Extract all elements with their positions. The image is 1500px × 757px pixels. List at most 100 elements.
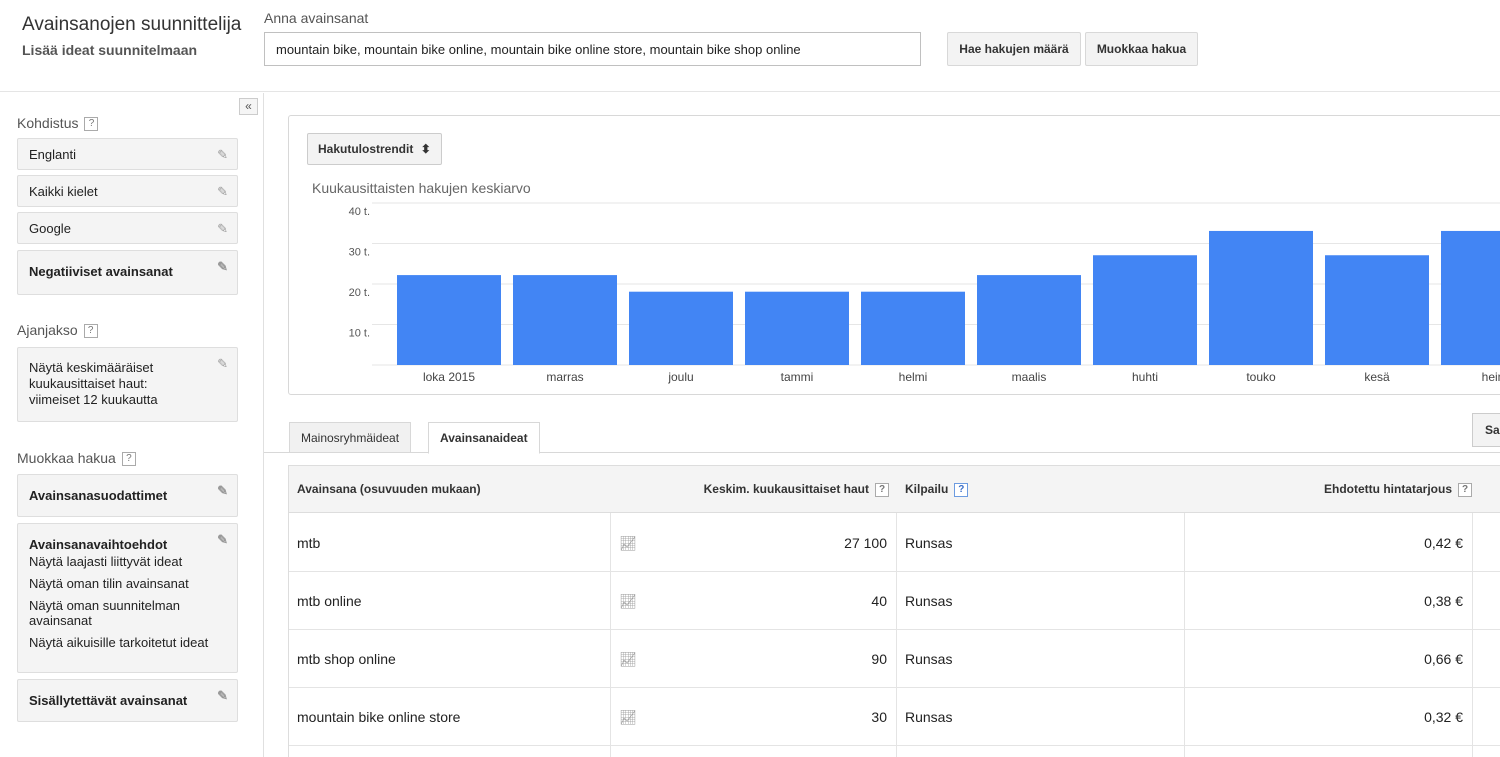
targeting-language[interactable]: Englanti ✎ bbox=[17, 138, 238, 170]
bar bbox=[861, 291, 965, 365]
help-icon[interactable]: ? bbox=[1458, 482, 1472, 497]
tab-ad-group-ideas[interactable]: Mainosryhmäideat bbox=[289, 422, 412, 453]
targeting-title: Kohdistus? bbox=[17, 115, 99, 132]
include-keywords[interactable]: Sisällytettävät avainsanat ✎ bbox=[17, 679, 238, 722]
keyword-options-title: Avainsanavaihtoehdot bbox=[29, 537, 168, 552]
save-button[interactable]: Sa bbox=[1472, 413, 1500, 447]
table-header: Avainsana (osuvuuden mukaan) Keskim. kuu… bbox=[289, 466, 1500, 513]
x-tick-label: maalis bbox=[1012, 370, 1047, 384]
header-keyword[interactable]: Avainsana (osuvuuden mukaan) bbox=[297, 482, 481, 496]
targeting-all-languages[interactable]: Kaikki kielet ✎ bbox=[17, 175, 238, 207]
keywords-label: Anna avainsanat bbox=[264, 10, 369, 26]
targeting-network[interactable]: Google ✎ bbox=[17, 212, 238, 244]
get-search-volume-button[interactable]: Hae hakujen määrä bbox=[947, 32, 1081, 66]
keyword-option: Näytä oman tilin avainsanat bbox=[29, 576, 189, 591]
header-competition-text: Kilpailu bbox=[905, 482, 949, 496]
table-row[interactable]: mtb online 📈︎ 40 Runsas 0,38 € bbox=[289, 572, 1500, 630]
header-competition[interactable]: Kilpailu? bbox=[905, 482, 969, 497]
pencil-icon[interactable]: ✎ bbox=[217, 259, 228, 275]
chart-title: Kuukausittaisten hakujen keskiarvo bbox=[312, 180, 531, 196]
pencil-icon[interactable]: ✎ bbox=[217, 184, 228, 200]
keyword-option: Näytä aikuisille tarkoitetut ideat bbox=[29, 635, 209, 650]
header-suggested-bid[interactable]: Ehdotettu hintatarjous? bbox=[1324, 482, 1472, 497]
x-tick-label: kesä bbox=[1364, 370, 1390, 384]
x-tick-label: touko bbox=[1246, 370, 1276, 384]
x-tick-label: marras bbox=[546, 370, 583, 384]
x-tick-label: hein bbox=[1482, 370, 1500, 384]
header-avg-searches[interactable]: Keskim. kuukausittaiset haut? bbox=[704, 482, 889, 497]
trend-selector[interactable]: Hakutulostrendit ⬍ bbox=[307, 133, 442, 165]
keyword-cell: mtb online bbox=[297, 593, 362, 609]
keyword-cell: mountain bike online store bbox=[297, 709, 461, 725]
add-ideas-link[interactable]: Lisää ideat suunnitelmaan bbox=[22, 42, 197, 58]
help-icon[interactable]: ? bbox=[954, 482, 969, 497]
keywords-input[interactable] bbox=[264, 32, 921, 66]
include-keywords-label: Sisällytettävät avainsanat bbox=[29, 693, 188, 708]
bar bbox=[1325, 255, 1429, 365]
tab-keyword-ideas[interactable]: Avainsanaideat bbox=[428, 422, 540, 454]
keyword-filters[interactable]: Avainsanasuodattimet ✎ bbox=[17, 474, 238, 517]
x-tick-label: helmi bbox=[899, 370, 928, 384]
bar bbox=[1093, 255, 1197, 365]
header: Avainsanojen suunnittelija Lisää ideat s… bbox=[0, 0, 1500, 92]
trend-chart-icon[interactable]: 📈︎ bbox=[619, 572, 637, 630]
keyword-options[interactable]: Avainsanavaihtoehdot Näytä laajasti liit… bbox=[17, 523, 238, 673]
bar bbox=[745, 291, 849, 365]
bar bbox=[1441, 230, 1500, 365]
trend-chart-icon[interactable]: 📈︎ bbox=[619, 514, 637, 572]
pencil-icon[interactable]: ✎ bbox=[217, 483, 228, 499]
date-range-line: kuukausittaiset haut: bbox=[29, 376, 148, 391]
header-suggested-bid-text: Ehdotettu hintatarjous bbox=[1324, 482, 1452, 496]
help-icon[interactable]: ? bbox=[83, 324, 98, 339]
bid-cell: 0,42 € bbox=[1424, 535, 1463, 551]
bar bbox=[629, 291, 733, 365]
collapse-sidebar-button[interactable]: « bbox=[239, 98, 258, 115]
y-tick-label: 40 t. bbox=[349, 206, 370, 218]
keyword-option: Näytä oman suunnitelman avainsanat bbox=[29, 598, 181, 628]
keyword-filters-label: Avainsanasuodattimet bbox=[29, 488, 168, 503]
competition-cell: Runsas bbox=[905, 535, 953, 551]
negative-keywords[interactable]: Negatiiviset avainsanat ✎ bbox=[17, 250, 238, 295]
edit-search-button[interactable]: Muokkaa hakua bbox=[1085, 32, 1198, 66]
table-row[interactable]: mountain bike online store 📈︎ 30 Runsas … bbox=[289, 688, 1500, 746]
keyword-cell: mtb bbox=[297, 535, 321, 551]
y-tick-label: 10 t. bbox=[349, 328, 370, 340]
date-range-line: Näytä keskimääräiset bbox=[29, 360, 154, 375]
help-icon[interactable]: ? bbox=[875, 482, 889, 497]
date-range-line: viimeiset 12 kuukautta bbox=[29, 392, 158, 407]
pencil-icon[interactable]: ✎ bbox=[217, 532, 228, 548]
help-icon[interactable]: ? bbox=[84, 117, 99, 132]
negative-keywords-label: Negatiiviset avainsanat bbox=[29, 264, 173, 279]
app-title: Avainsanojen suunnittelija bbox=[22, 14, 242, 35]
y-tick-label: 30 t. bbox=[349, 247, 370, 259]
trend-selector-label: Hakutulostrendit bbox=[318, 142, 414, 156]
keyword-cell: mtb shop online bbox=[297, 651, 396, 667]
pencil-icon[interactable]: ✎ bbox=[217, 221, 228, 237]
competition-cell: Runsas bbox=[905, 709, 953, 725]
table-row[interactable]: mtb 📈︎ 27 100 Runsas 0,42 € bbox=[289, 514, 1500, 572]
trend-chart-icon[interactable]: 📈︎ bbox=[619, 630, 637, 688]
searches-cell: 27 100 bbox=[844, 535, 887, 551]
bar bbox=[397, 275, 501, 365]
x-tick-label: joulu bbox=[667, 370, 693, 384]
header-avg-searches-text: Keskim. kuukausittaiset haut bbox=[703, 482, 869, 496]
x-tick-label: loka 2015 bbox=[423, 370, 475, 384]
pencil-icon[interactable]: ✎ bbox=[217, 147, 228, 163]
trend-chart-icon[interactable]: 📈︎ bbox=[619, 688, 637, 746]
modify-search-title: Muokkaa hakua? bbox=[17, 450, 136, 467]
x-tick-label: tammi bbox=[781, 370, 814, 384]
targeting-all-languages-label: Kaikki kielet bbox=[29, 184, 98, 199]
competition-cell: Runsas bbox=[905, 593, 953, 609]
date-range-card[interactable]: Näytä keskimääräiset kuukausittaiset hau… bbox=[17, 347, 238, 422]
y-tick-label: 20 t. bbox=[349, 287, 370, 299]
modify-search-title-text: Muokkaa hakua bbox=[17, 450, 116, 466]
bar-chart: 10 t. 20 t. 30 t. 40 t. loka 2015 marras joulu… bbox=[349, 202, 1500, 384]
help-icon[interactable]: ? bbox=[121, 452, 136, 467]
sidebar: « Kohdistus? Englanti ✎ Kaikki kielet ✎ … bbox=[0, 93, 264, 757]
bid-cell: 0,32 € bbox=[1424, 709, 1463, 725]
pencil-icon[interactable]: ✎ bbox=[217, 356, 228, 372]
keyword-option: Näytä laajasti liittyvät ideat bbox=[29, 554, 183, 569]
table-row[interactable]: mtb shop online 📈︎ 90 Runsas 0,66 € bbox=[289, 630, 1500, 688]
pencil-icon[interactable]: ✎ bbox=[217, 688, 228, 704]
keyword-options-list: Näytä laajasti liittyvät ideat Näytä oma… bbox=[29, 554, 226, 650]
